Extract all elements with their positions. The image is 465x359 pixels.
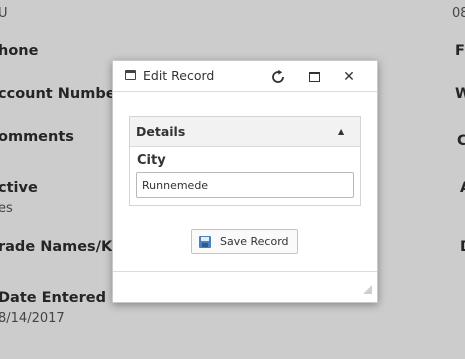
collapse-icon[interactable]: ▲ [338,127,344,136]
details-panel-header[interactable]: Details ▲ [130,117,360,147]
window-icon [125,70,136,80]
dialog-content: Details ▲ City Save Record [113,93,377,271]
city-input[interactable] [136,172,354,198]
close-icon: ✕ [343,69,355,85]
edit-record-dialog: Edit Record ✕ Details ▲ City Save Record [112,60,378,303]
close-button[interactable]: ✕ [338,66,360,88]
city-label: City [137,153,166,168]
maximize-button[interactable] [303,66,325,88]
save-record-button[interactable]: Save Record [191,229,298,254]
dialog-titlebar[interactable]: Edit Record ✕ [113,61,377,92]
refresh-icon [272,69,284,83]
dialog-footer [113,271,377,302]
save-icon [199,235,211,248]
refresh-button[interactable] [267,66,289,88]
resize-grip-icon[interactable] [363,285,372,294]
details-panel: Details ▲ City [129,116,361,206]
save-record-label: Save Record [220,235,289,248]
dialog-title: Edit Record [143,68,215,83]
maximize-icon [308,72,320,82]
details-panel-title: Details [136,124,186,139]
